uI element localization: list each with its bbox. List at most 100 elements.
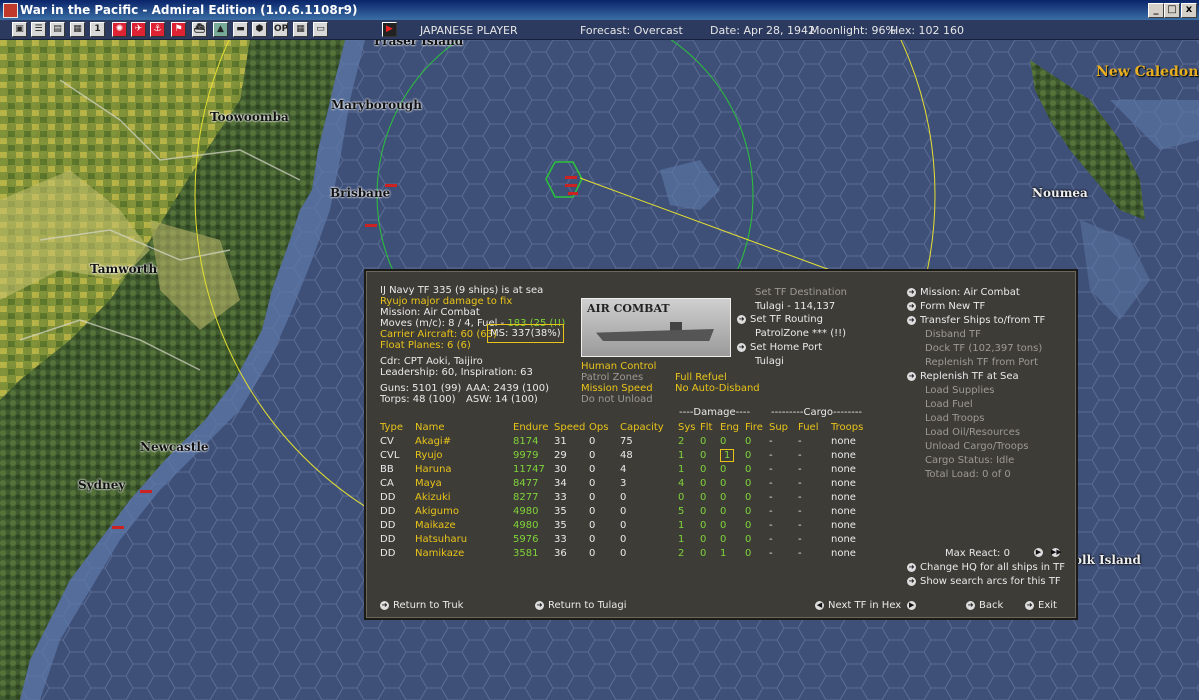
toolbar-button-12[interactable]: ▬ bbox=[233, 22, 248, 37]
menu-load-supplies[interactable]: Load Supplies bbox=[925, 385, 994, 396]
patrol-zones[interactable]: Patrol Zones bbox=[581, 372, 643, 383]
menu-disband[interactable]: Disband TF bbox=[925, 329, 981, 340]
cell-value: 0 bbox=[745, 533, 752, 545]
label-tamworth: Tamworth bbox=[90, 262, 158, 276]
menu-total-load[interactable]: Total Load: 0 of 0 bbox=[925, 469, 1011, 480]
react-max-button[interactable]: ▶▶ bbox=[1051, 547, 1064, 558]
exit-button[interactable]: ➜ Exit bbox=[1025, 600, 1057, 611]
change-hq-button[interactable]: ➜ Change HQ for all ships in TF bbox=[907, 562, 1065, 573]
no-auto-disband[interactable]: No Auto-Disband bbox=[675, 383, 760, 394]
cell-value: none bbox=[831, 519, 856, 531]
title-bar: War in the Pacific - Admiral Edition (1.… bbox=[0, 0, 1199, 20]
table-row[interactable]: CV Akagi# 8174 31 0 75 2 0 0 0 - - none bbox=[380, 434, 871, 448]
minimize-button[interactable]: _ bbox=[1148, 3, 1164, 18]
toolbar-button-15[interactable]: ▦ bbox=[293, 22, 308, 37]
column-header[interactable]: Sup bbox=[769, 420, 798, 434]
menu-load-troops[interactable]: Load Troops bbox=[925, 413, 985, 424]
toolbar-button-17[interactable]: ▶ bbox=[382, 22, 397, 37]
table-row[interactable]: CVL Ryujo 9979 29 0 48 1 0 1 0- - none bbox=[380, 448, 871, 462]
column-header[interactable]: Ops bbox=[589, 420, 620, 434]
column-header[interactable]: Eng bbox=[720, 420, 745, 434]
toolbar-button-10[interactable]: ⛴ bbox=[192, 22, 207, 37]
table-cell: 4980 bbox=[513, 518, 554, 532]
return-truk-button[interactable]: ➜ Return to Truk bbox=[380, 600, 463, 611]
react-decrease-button[interactable]: ▶ bbox=[1034, 547, 1047, 558]
tf-mission: Mission: Air Combat bbox=[380, 307, 480, 318]
table-row[interactable]: BB Haruna 11747 30 0 4 1 0 0 0 - - none bbox=[380, 462, 871, 476]
cell-value: - bbox=[798, 477, 802, 489]
table-row[interactable]: DD Hatsuharu 5976 33 0 0 1 0 0 0 - - none bbox=[380, 532, 871, 546]
table-row[interactable]: DD Akizuki 8277 33 0 0 0 0 0 0 - - none bbox=[380, 490, 871, 504]
menu-load-oil[interactable]: Load Oil/Resources bbox=[925, 427, 1020, 438]
maximize-button[interactable]: □ bbox=[1164, 3, 1180, 18]
menu-cargo-status[interactable]: Cargo Status: Idle bbox=[925, 455, 1014, 466]
toolbar-button-11[interactable]: ▲ bbox=[213, 22, 228, 37]
column-header[interactable]: Speed bbox=[554, 420, 589, 434]
set-tf-routing-button[interactable]: ➜ Set TF Routing bbox=[737, 314, 823, 325]
set-tf-destination[interactable]: Set TF Destination bbox=[755, 287, 847, 298]
return-tulagi-button[interactable]: ➜ Return to Tulagi bbox=[535, 600, 627, 611]
table-cell: 0 bbox=[589, 546, 620, 560]
cell-value: DD bbox=[380, 547, 396, 559]
menu-replenish-port[interactable]: Replenish TF from Port bbox=[925, 357, 1038, 368]
cell-value: 0 bbox=[700, 463, 707, 475]
column-header[interactable]: Type bbox=[380, 420, 415, 434]
human-control[interactable]: Human Control bbox=[581, 361, 656, 372]
full-refuel[interactable]: Full Refuel bbox=[675, 372, 727, 383]
cell-value: 0 bbox=[700, 491, 707, 503]
toolbar-button-3[interactable]: ▤ bbox=[50, 22, 65, 37]
table-cell: 0 bbox=[620, 490, 678, 504]
carrier-aircraft[interactable]: Carrier Aircraft: 60 (63) bbox=[380, 329, 497, 340]
menu-transfer[interactable]: ➜ Transfer Ships to/from TF bbox=[907, 315, 1045, 326]
cell-value: none bbox=[831, 477, 856, 489]
toolbar-button-9[interactable]: ⚑ bbox=[171, 22, 186, 37]
do-not-unload[interactable]: Do not Unload bbox=[581, 394, 653, 405]
column-header[interactable]: Flt bbox=[700, 420, 720, 434]
menu-replenish-sea[interactable]: ➜ Replenish TF at Sea bbox=[907, 371, 1019, 382]
menu-mission[interactable]: ➜ Mission: Air Combat bbox=[907, 287, 1020, 298]
mission-image[interactable]: AIR COMBAT bbox=[581, 298, 731, 357]
toolbar-button-4[interactable]: ▦ bbox=[70, 22, 85, 37]
toolbar-button-16[interactable]: ▭ bbox=[313, 22, 328, 37]
cell-value: 0 bbox=[745, 505, 752, 517]
menu-form-new[interactable]: ➜ Form New TF bbox=[907, 301, 985, 312]
close-button[interactable]: x bbox=[1181, 3, 1197, 18]
set-home-port-button[interactable]: ➜ Set Home Port bbox=[737, 342, 822, 353]
table-row[interactable]: DD Maikaze 4980 35 0 0 1 0 0 0 - - none bbox=[380, 518, 871, 532]
back-button[interactable]: ➜ Back bbox=[966, 600, 1003, 611]
column-header[interactable]: Name bbox=[415, 420, 513, 434]
window-title: War in the Pacific - Admiral Edition (1.… bbox=[20, 3, 358, 17]
table-cell: 3 bbox=[620, 476, 678, 490]
float-planes[interactable]: Float Planes: 6 (6) bbox=[380, 340, 471, 351]
toolbar-button-8[interactable]: ⚓ bbox=[150, 22, 165, 37]
toolbar-button-7[interactable]: ✈ bbox=[131, 22, 146, 37]
commander[interactable]: Cdr: CPT Aoki, Taijiro bbox=[380, 356, 483, 367]
search-arcs-label: Show search arcs for this TF bbox=[920, 576, 1061, 587]
column-header[interactable]: Fire bbox=[745, 420, 769, 434]
menu-dock[interactable]: Dock TF (102,397 tons) bbox=[925, 343, 1042, 354]
tf-header: IJ Navy TF 335 (9 ships) is at sea bbox=[380, 285, 544, 296]
next-tf-button[interactable]: ◀ Next TF in Hex ▶ bbox=[815, 600, 920, 611]
toolbar-button-5[interactable]: 1 bbox=[90, 22, 105, 37]
column-header[interactable]: Capacity bbox=[620, 420, 678, 434]
toolbar-button-14[interactable]: OP bbox=[273, 22, 288, 37]
cell-value: 75 bbox=[620, 435, 633, 447]
toolbar-button-2[interactable]: ☰ bbox=[31, 22, 46, 37]
toolbar-button-13[interactable]: ⬢ bbox=[252, 22, 267, 37]
search-arcs-button[interactable]: ➜ Show search arcs for this TF bbox=[907, 576, 1061, 587]
menu-load-fuel[interactable]: Load Fuel bbox=[925, 399, 973, 410]
table-cell: 0 bbox=[745, 434, 769, 448]
mission-speed[interactable]: Mission Speed bbox=[581, 383, 653, 394]
column-header[interactable]: Sys bbox=[678, 420, 700, 434]
toolbar-button-1[interactable]: ▣ bbox=[12, 22, 27, 37]
arrow-right-icon: ➜ bbox=[966, 600, 975, 610]
carrier-island-shape bbox=[670, 322, 682, 331]
table-row[interactable]: DD Namikaze 3581 36 0 0 2 0 1 0 - - none bbox=[380, 546, 871, 560]
table-row[interactable]: CA Maya 8477 34 0 3 4 0 0 0- - none bbox=[380, 476, 871, 490]
table-row[interactable]: DD Akigumo 4980 35 0 0 5 0 0 0 - - none bbox=[380, 504, 871, 518]
toolbar-button-6[interactable]: ✺ bbox=[112, 22, 127, 37]
menu-unload[interactable]: Unload Cargo/Troops bbox=[925, 441, 1028, 452]
column-header[interactable]: Fuel bbox=[798, 420, 831, 434]
column-header[interactable]: Endure bbox=[513, 420, 554, 434]
column-header[interactable]: Troops bbox=[831, 420, 871, 434]
